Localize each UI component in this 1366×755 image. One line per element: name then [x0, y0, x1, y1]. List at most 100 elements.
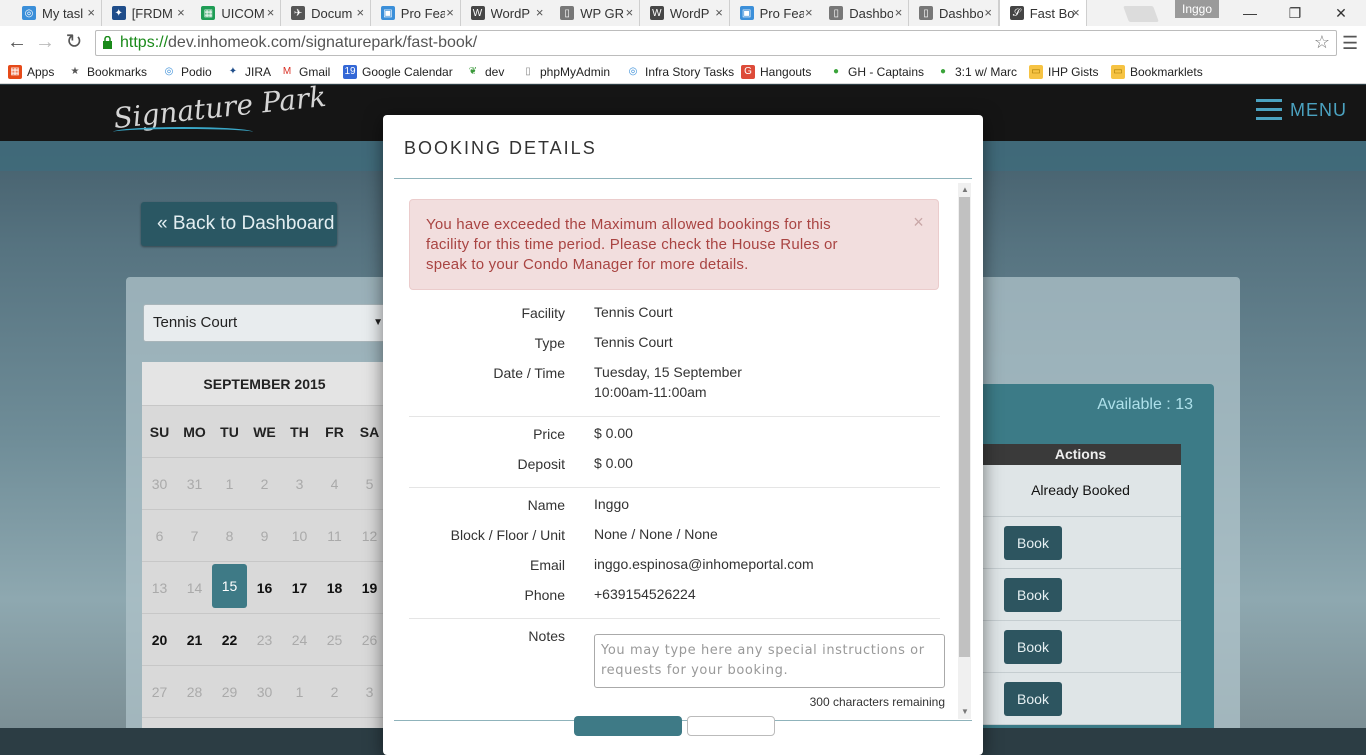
- cancel-button[interactable]: [687, 716, 775, 736]
- weekday-sa: SA: [359, 424, 380, 440]
- tab-close-icon[interactable]: ×: [267, 5, 275, 20]
- tab-5[interactable]: ▣ Pro Fea ×: [370, 0, 461, 26]
- new-tab-button[interactable]: [1123, 6, 1159, 22]
- alert-message: You have exceeded the Maximum allowed bo…: [426, 216, 838, 273]
- address-bar[interactable]: https://dev.inhomeok.com/signaturepark/f…: [95, 30, 1337, 56]
- calendar-day: 9: [317, 718, 352, 728]
- calendar-day: 11: [327, 528, 342, 544]
- reload-icon[interactable]: ↻: [62, 30, 86, 54]
- bookmark-14[interactable]: ▭ Bookmarklets: [1111, 63, 1203, 80]
- calendar-day-selected[interactable]: 15: [212, 564, 247, 608]
- tab-close-icon[interactable]: ×: [715, 5, 723, 20]
- profile-button[interactable]: Inggo: [1175, 0, 1219, 18]
- facility-select[interactable]: Tennis Court ▼: [143, 304, 388, 342]
- bookmark-5[interactable]: M Gmail: [280, 63, 331, 80]
- chrome-menu-icon[interactable]: ☰: [1342, 33, 1358, 54]
- alert-close-icon[interactable]: ×: [913, 212, 924, 232]
- calendar-day: 4: [142, 718, 177, 728]
- tab-close-icon[interactable]: ×: [87, 5, 95, 20]
- calendar-day[interactable]: 16: [247, 562, 282, 614]
- book-button[interactable]: Book: [1004, 682, 1062, 716]
- restore-icon[interactable]: ❐: [1275, 2, 1315, 24]
- calendar-week: 45678910: [142, 718, 387, 728]
- lock-icon: [103, 36, 112, 49]
- calendar-day[interactable]: 19: [352, 562, 387, 614]
- calendar-day: 27: [151, 684, 168, 700]
- bookmark-8[interactable]: ▯ phpMyAdmin: [521, 63, 610, 80]
- calendar-day[interactable]: 17: [282, 562, 317, 614]
- back-to-dashboard-button[interactable]: « Back to Dashboard: [141, 202, 337, 246]
- availability-panel: Available : 13 Actions Already Booked Bo…: [980, 384, 1214, 728]
- weekday-tu: TU: [220, 424, 239, 440]
- bookmark-label: Apps: [27, 64, 55, 79]
- minimize-icon[interactable]: —: [1230, 2, 1270, 24]
- calendar-day: 10: [352, 718, 387, 728]
- page-icon: ▯: [829, 6, 844, 20]
- podio-icon: ◎: [22, 6, 36, 20]
- bookmark-2[interactable]: ★ Bookmarks: [68, 63, 148, 80]
- calendar-day[interactable]: 21: [177, 614, 212, 666]
- tab-close-icon[interactable]: ×: [536, 5, 544, 20]
- tab-2[interactable]: ✦ [FRDM ×: [101, 0, 192, 26]
- bookmark-10[interactable]: G Hangouts: [741, 63, 811, 80]
- name-value: Inggo: [594, 496, 630, 512]
- tab-10[interactable]: ▯ Dashbo ×: [819, 0, 910, 26]
- calendar-day: 6: [212, 718, 247, 728]
- bookmark-13[interactable]: ▭ IHP Gists: [1029, 63, 1098, 80]
- calendar-day[interactable]: 20: [142, 614, 177, 666]
- divider: [409, 618, 940, 619]
- tab-9[interactable]: ▣ Pro Fea ×: [729, 0, 820, 26]
- notes-textarea[interactable]: You may type here any special instructio…: [594, 634, 945, 688]
- bookmark-3[interactable]: ◎ Podio: [162, 63, 212, 80]
- tab-close-icon[interactable]: ×: [984, 5, 992, 20]
- tab-1[interactable]: ◎ My tasl ×: [12, 0, 102, 26]
- calendar-day[interactable]: 18: [317, 562, 352, 614]
- bookmark-label: Podio: [181, 64, 212, 79]
- tab-11[interactable]: ▯ Dashbo ×: [909, 0, 999, 26]
- book-button[interactable]: Book: [1004, 630, 1062, 664]
- bookmark-11[interactable]: ● GH - Captains: [829, 63, 924, 80]
- scroll-up-icon[interactable]: ▲: [961, 185, 969, 194]
- bookmark-6[interactable]: 19 Google Calendar: [343, 63, 453, 80]
- tab-close-icon[interactable]: ×: [805, 5, 813, 20]
- tab-8[interactable]: W WordP ×: [639, 0, 730, 26]
- tab-close-icon[interactable]: ×: [177, 5, 185, 20]
- tab-close-icon[interactable]: ×: [446, 5, 454, 20]
- bookmark-label: dev: [485, 64, 505, 79]
- facility-select-value: Tennis Court: [153, 314, 238, 331]
- signaturepark-icon: 𝒮: [1009, 6, 1024, 20]
- bookmark-9[interactable]: ◎ Infra Story Tasks: [626, 63, 735, 80]
- close-window-icon[interactable]: ✕: [1321, 2, 1361, 24]
- calendar-day: 9: [260, 528, 269, 544]
- book-button[interactable]: Book: [1004, 526, 1062, 560]
- tab-12[interactable]: 𝒮 Fast Bo ×: [998, 0, 1087, 26]
- bookmark-4[interactable]: ✦ JIRA: [226, 63, 271, 80]
- confirm-button[interactable]: [574, 716, 682, 736]
- bookmark-12[interactable]: ● 3:1 w/ Marc: [936, 63, 1017, 80]
- tab-7[interactable]: ▯ WP GR ×: [550, 0, 641, 26]
- tab-close-icon[interactable]: ×: [357, 5, 365, 20]
- bookmark-7[interactable]: ❦ dev: [466, 63, 505, 80]
- tab-close-icon[interactable]: ×: [626, 5, 634, 20]
- tab-close-icon[interactable]: ×: [895, 5, 903, 20]
- tab-6[interactable]: W WordP ×: [460, 0, 551, 26]
- star-bookmark-icon[interactable]: ☆: [1314, 32, 1330, 53]
- modal-body: You have exceeded the Maximum allowed bo…: [394, 183, 958, 719]
- caret-down-icon: ▼: [373, 317, 383, 328]
- tab-close-icon[interactable]: ×: [1072, 5, 1080, 20]
- tab-3[interactable]: ▦ UICOM ×: [191, 0, 282, 26]
- scroll-down-icon[interactable]: ▼: [961, 707, 969, 716]
- modal-scrollbar[interactable]: ▲ ▼: [958, 183, 971, 719]
- scrollbar-thumb[interactable]: [959, 197, 970, 657]
- forward-arrow-icon[interactable]: →: [33, 30, 57, 54]
- tab-label: Dashbo: [939, 5, 983, 21]
- menu-button[interactable]: MENU: [1256, 99, 1347, 121]
- book-button[interactable]: Book: [1004, 578, 1062, 612]
- slot-row: Book: [980, 569, 1181, 621]
- bookmark-1[interactable]: ▦ Apps: [8, 63, 54, 80]
- back-arrow-icon[interactable]: ←: [5, 30, 29, 54]
- calendar-day[interactable]: 22: [212, 614, 247, 666]
- tab-label: UICOM: [221, 5, 265, 21]
- divider: [409, 416, 940, 417]
- tab-4[interactable]: ✈ Docum ×: [281, 0, 372, 26]
